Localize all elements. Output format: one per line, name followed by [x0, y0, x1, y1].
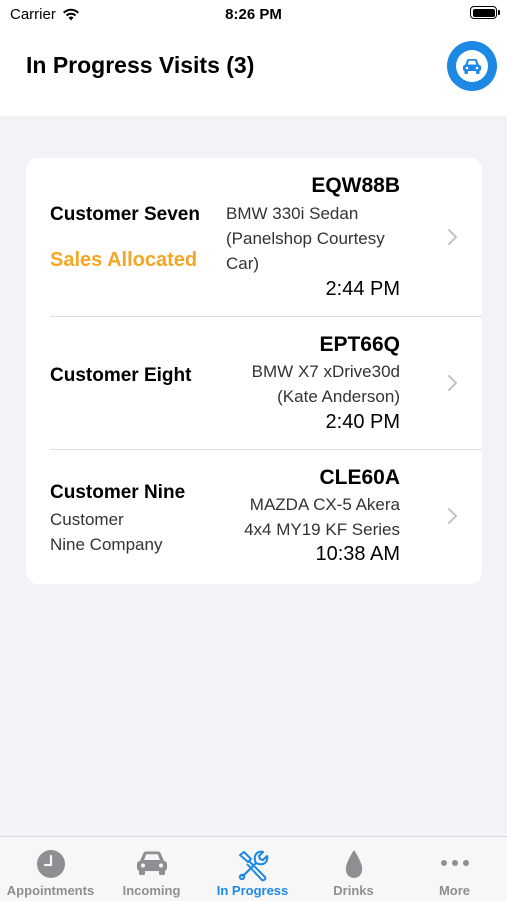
tab-in-progress[interactable]: In Progress	[202, 837, 303, 901]
tab-label: Appointments	[6, 883, 95, 898]
visit-row[interactable]: Customer Seven Sales Allocated EQW88B BM…	[26, 158, 482, 317]
visit-time: 2:44 PM	[325, 278, 400, 300]
customer-name: Customer Nine	[50, 482, 186, 503]
vehicle-description: BMW 330i Sedan (Panelshop Courtesy Car)	[226, 204, 385, 273]
tab-label: Incoming	[122, 883, 181, 898]
visit-time: 10:38 AM	[315, 543, 400, 565]
customer-name: Customer Eight	[50, 365, 192, 386]
vehicle-description: BMW X7 xDrive30d (Kate Anderson)	[251, 362, 400, 406]
tab-appointments[interactable]: Appointments	[0, 837, 101, 901]
car-icon	[136, 851, 167, 875]
tab-label: In Progress	[216, 883, 289, 898]
clock-icon	[36, 850, 65, 878]
vehicle-plate: CLE60A	[319, 466, 400, 489]
visits-card: Customer Seven Sales Allocated EQW88B BM…	[26, 158, 482, 584]
vehicle-plate: EPT66Q	[319, 333, 400, 356]
page-title: In Progress Visits (3)	[26, 52, 255, 78]
tab-bar: Appointments Incoming In Progress Drinks	[0, 836, 507, 901]
chevron-right-icon	[448, 508, 457, 524]
customer-name: Customer Seven	[50, 204, 200, 225]
tab-label: More	[438, 883, 471, 898]
chevron-right-icon	[448, 229, 457, 245]
tab-incoming[interactable]: Incoming	[101, 837, 202, 901]
customer-company: Customer Nine Company	[50, 510, 163, 554]
visit-row[interactable]: Customer Eight EPT66Q BMW X7 xDrive30d (…	[26, 317, 482, 450]
vehicle-plate: EQW88B	[311, 174, 400, 197]
tab-more[interactable]: More	[404, 837, 505, 901]
tab-drinks[interactable]: Drinks	[303, 837, 404, 901]
battery-icon	[470, 6, 500, 19]
more-icon	[440, 860, 469, 866]
status-time: 8:26 PM	[225, 6, 282, 23]
visit-time: 2:40 PM	[325, 411, 400, 433]
status-bar: Carrier 8:26 PM	[0, 0, 507, 30]
vehicle-button[interactable]	[447, 41, 497, 91]
visit-row[interactable]: Customer Nine Customer Nine Company CLE6…	[26, 450, 482, 584]
tab-label: Drinks	[333, 883, 374, 898]
tools-icon	[238, 850, 268, 882]
drop-icon	[345, 850, 362, 878]
car-icon	[463, 59, 481, 74]
top-bar: Carrier 8:26 PM In Progress Visits (3)	[0, 0, 507, 116]
vehicle-description: MAZDA CX-5 Akera 4x4 MY19 KF Series	[244, 495, 400, 539]
visit-status: Sales Allocated	[50, 249, 198, 271]
chevron-right-icon	[448, 375, 457, 391]
